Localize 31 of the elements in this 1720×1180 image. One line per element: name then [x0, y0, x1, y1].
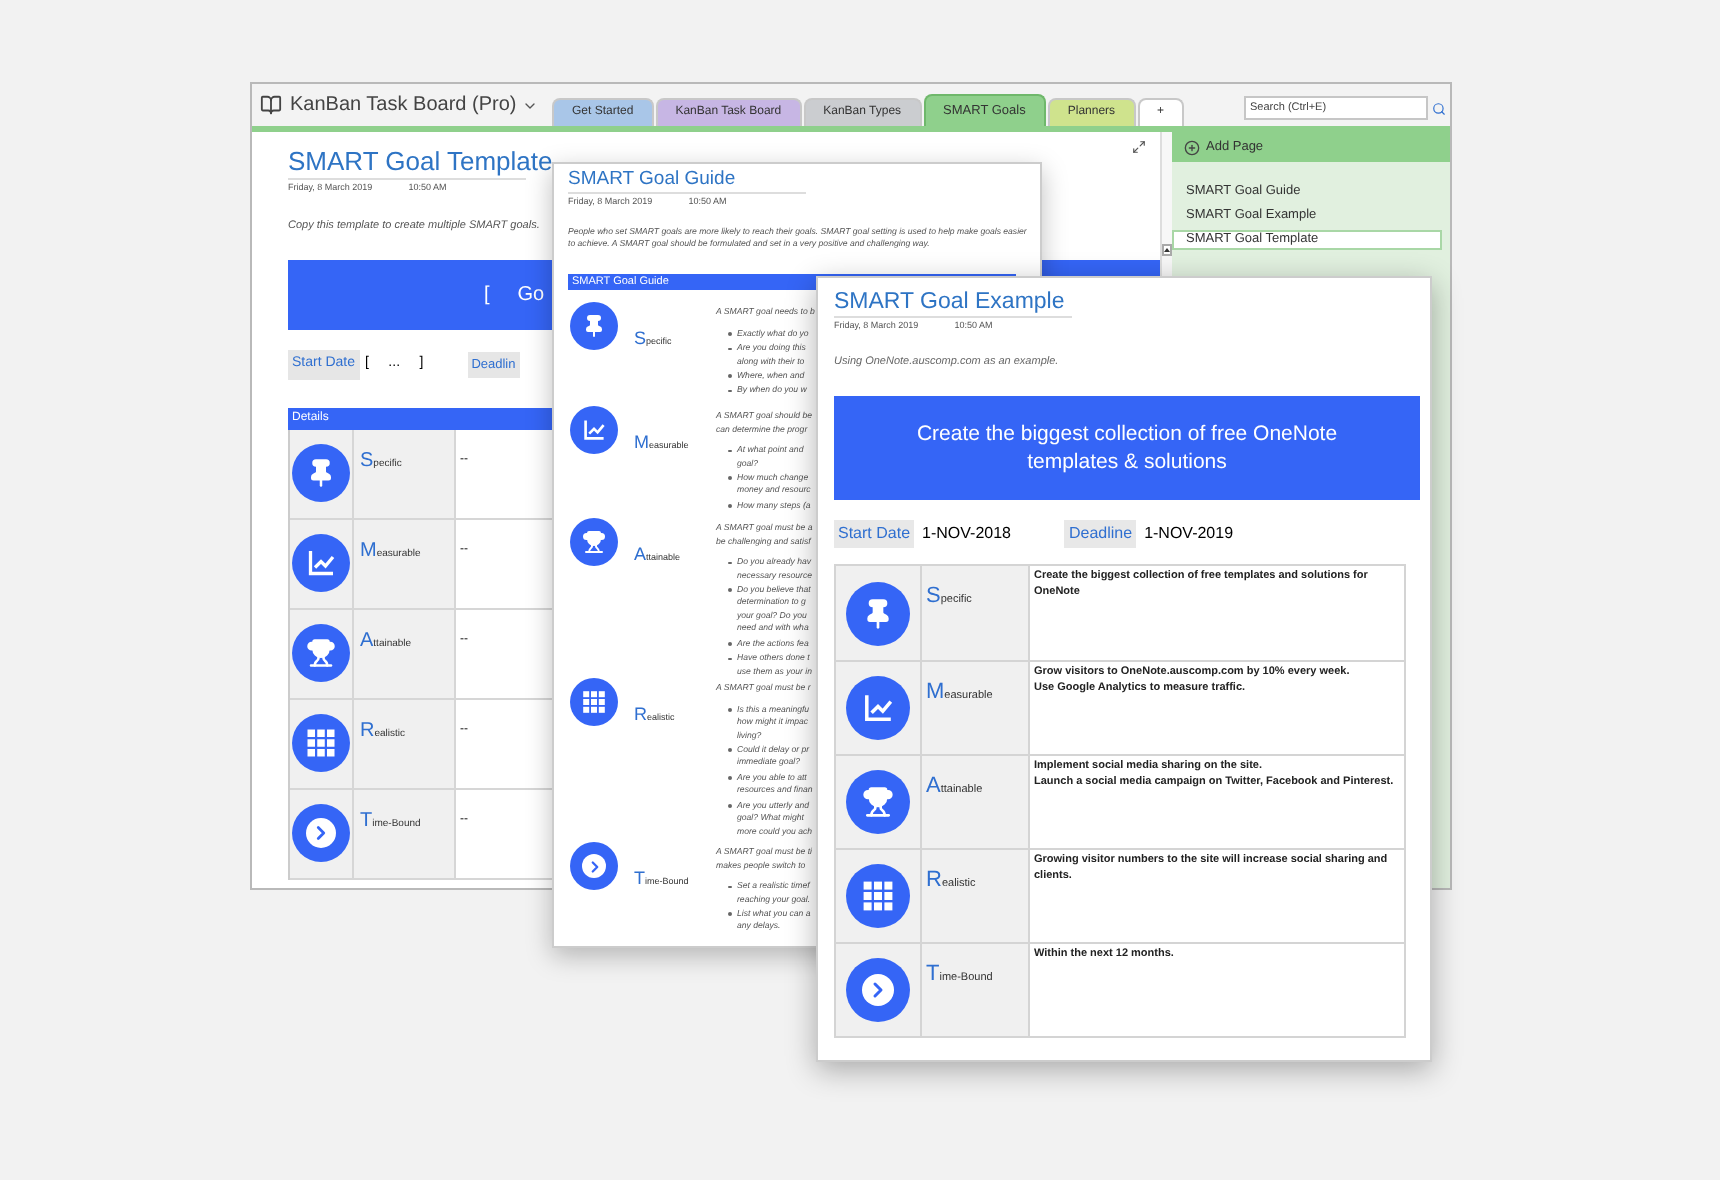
expand-icon[interactable] [1132, 140, 1146, 154]
add-icon [1184, 139, 1200, 155]
banner-text: [ [484, 282, 490, 311]
chevron-icon [570, 842, 618, 891]
field-value: 1-NOV-2019 [1144, 522, 1234, 547]
field-label: Deadline [1064, 520, 1137, 549]
pin-icon [292, 444, 350, 503]
notebook-icon[interactable] [260, 94, 282, 116]
goal-banner: Create the biggest collection of free OneNote templates & solutions [834, 396, 1420, 501]
page-title: SMART Goal Template [288, 146, 553, 179]
page-title: SMART Goal Guide [568, 168, 736, 192]
chevron-icon [846, 958, 910, 1023]
field-value: 1-NOV-2018 [922, 522, 1011, 547]
notebook-picker[interactable]: KanBan Task Board (Pro) [290, 90, 539, 120]
pin-icon [570, 302, 618, 351]
trophy-icon [570, 518, 618, 567]
page-title: SMART Goal Example [834, 288, 1065, 317]
field-label: Start Date [834, 520, 915, 549]
pin-icon [846, 581, 910, 646]
chart-icon [292, 534, 350, 593]
search-icon[interactable] [1432, 101, 1446, 115]
grid-icon [570, 678, 618, 727]
banner-text: Go [517, 282, 545, 311]
chart-icon [846, 676, 910, 741]
chevron-icon [292, 804, 350, 863]
trophy-icon [846, 770, 910, 835]
grid-icon [846, 864, 910, 929]
grid-icon [292, 714, 350, 773]
chart-icon [570, 406, 618, 455]
scroll-up-icon[interactable] [1162, 244, 1172, 256]
trophy-icon [292, 624, 350, 683]
